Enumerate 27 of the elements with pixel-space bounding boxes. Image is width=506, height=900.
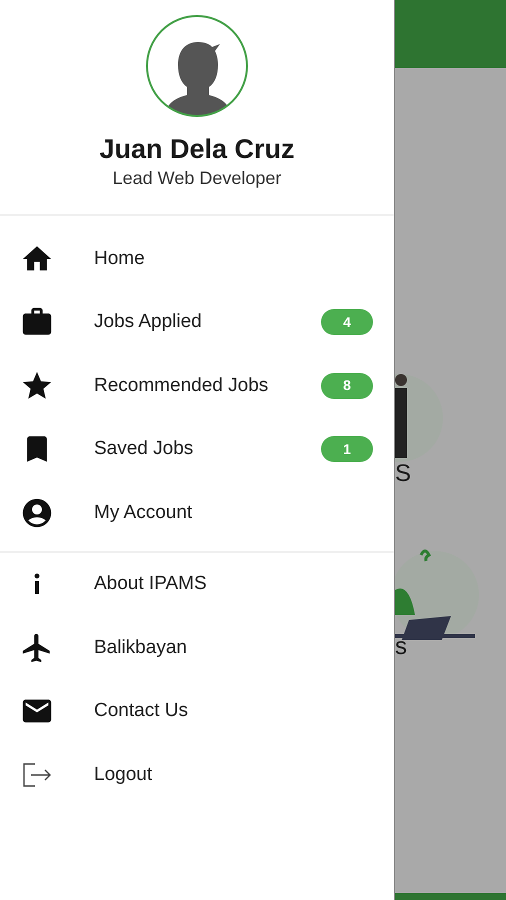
menu-label: Saved Jobs xyxy=(94,437,194,461)
logout-icon xyxy=(21,760,53,789)
count-badge: 4 xyxy=(321,309,373,336)
menu-item[interactable]: Jobs Applied 4 xyxy=(0,290,394,354)
profile-role: Lead Web Developer xyxy=(112,167,282,190)
menu-item[interactable]: Recommended Jobs 8 xyxy=(0,354,394,418)
menu-item[interactable]: About IPAMS xyxy=(0,552,394,616)
count-badge: 1 xyxy=(321,436,373,462)
menu-item[interactable]: Logout xyxy=(0,743,394,806)
card-title: S xyxy=(395,461,412,487)
card-title: s xyxy=(395,634,408,660)
profile-name: Juan Dela Cruz xyxy=(99,133,295,166)
menu-label: Recommended Jobs xyxy=(94,374,270,398)
menu-item[interactable]: Home xyxy=(0,227,394,290)
menu-item[interactable]: Balikbayan xyxy=(0,616,394,680)
menu-label: Contact Us xyxy=(94,699,189,723)
menu-label: Jobs Applied xyxy=(94,310,203,334)
menu-item[interactable]: Saved Jobs 1 xyxy=(0,418,394,481)
menu-label: Balikbayan xyxy=(94,636,188,660)
menu-item[interactable]: My Account xyxy=(0,481,394,544)
menu-label: About IPAMS xyxy=(94,572,208,596)
menu-label: Logout xyxy=(94,762,154,786)
menu-label: My Account xyxy=(94,500,194,524)
info-icon xyxy=(33,572,41,596)
menu-item[interactable]: Contact Us xyxy=(0,680,394,743)
count-badge: 8 xyxy=(321,372,373,399)
menu-label: Home xyxy=(94,246,146,270)
